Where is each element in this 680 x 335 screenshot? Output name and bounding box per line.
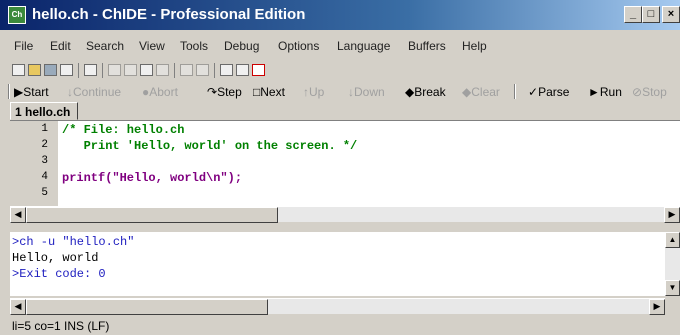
line-number: 5 [41,187,48,199]
parse-button[interactable]: ✓Parse [528,85,569,99]
minimize-button[interactable]: _ [624,6,642,23]
scroll-thumb[interactable] [26,207,278,223]
debug-next-label: Next [260,85,285,99]
replace-icon[interactable] [236,64,249,76]
editor-horizontal-scrollbar[interactable]: ◀ ▶ [10,206,680,223]
open-folder-icon[interactable] [28,64,41,76]
close-button[interactable]: × [662,6,680,23]
undo-icon[interactable] [180,64,193,76]
debug-down-button[interactable]: ↓Down [348,85,385,99]
status-bar: li=5 co=1 INS (LF) [0,316,680,335]
line-number-gutter: 1 2 3 4 5 [10,121,58,207]
app-icon: Ch [8,6,26,24]
scroll-left-arrow-icon[interactable]: ◀ [10,299,26,315]
debug-continue-button[interactable]: ↓Continue [67,85,121,99]
output-vertical-scrollbar[interactable]: ▲ ▼ [665,232,680,296]
paste-icon[interactable] [140,64,153,76]
standard-toolbar [10,62,310,80]
close-file-icon[interactable] [60,64,73,76]
toolbar-separator [514,84,516,99]
find-icon[interactable] [220,64,233,76]
print-icon[interactable] [84,64,97,76]
debug-start-label: Start [23,85,49,99]
parse-label: Parse [538,85,570,99]
scroll-up-arrow-icon[interactable]: ▲ [665,232,680,248]
menu-help[interactable]: Help [462,39,487,53]
toolbar-separator [214,63,215,78]
save-icon[interactable] [44,64,57,76]
output-line: >ch -u "hello.ch" [12,235,135,249]
line-number: 2 [41,139,48,151]
run-label: Run [599,85,622,99]
pane-splitter[interactable] [0,224,680,232]
debug-abort-button[interactable]: ●Abort [142,85,178,99]
output-line: Hello, world [12,251,99,265]
cursor-status: li=5 co=1 INS (LF) [12,319,110,333]
debug-continue-label: Continue [73,85,122,99]
stop-button[interactable]: ⊘Stop [632,85,667,99]
menu-options[interactable]: Options [278,39,319,53]
maximize-button[interactable]: □ [642,6,660,23]
debug-next-button[interactable]: □Next [253,85,285,99]
toolbar-separator [78,63,79,78]
scroll-thumb[interactable] [26,299,268,315]
line-number: 1 [41,123,48,135]
menu-file[interactable]: File [14,39,33,53]
tab-hello-ch[interactable]: 1 hello.ch [10,102,78,120]
stop-label: Stop [642,85,667,99]
debug-break-button[interactable]: ◆Break [405,85,446,99]
menu-language[interactable]: Language [337,39,390,53]
new-file-icon[interactable] [12,64,25,76]
cut-icon[interactable] [108,64,121,76]
menu-buffers[interactable]: Buffers [408,39,446,53]
toolbar-separator [174,63,175,78]
line-number: 4 [41,171,48,183]
menu-edit[interactable]: Edit [50,39,71,53]
debug-step-button[interactable]: ↷Step [207,85,242,99]
line-number: 3 [41,155,48,167]
scroll-down-arrow-icon[interactable]: ▼ [665,280,680,296]
run-button[interactable]: ►Run [588,85,622,99]
menu-debug[interactable]: Debug [224,39,259,53]
menu-tools[interactable]: Tools [180,39,208,53]
debug-abort-label: Abort [149,85,178,99]
menu-view[interactable]: View [139,39,165,53]
debug-clear-button[interactable]: ◆Clear [462,85,500,99]
window-title: hello.ch - ChIDE - Professional Edition [32,6,306,23]
debug-clear-label: Clear [471,85,500,99]
ch-shell-icon[interactable] [252,64,265,76]
debug-break-label: Break [414,85,446,99]
output-pane[interactable]: >ch -u "hello.ch" Hello, world >Exit cod… [10,232,665,296]
debug-down-label: Down [354,85,385,99]
code-line: printf("Hello, world\n"); [62,171,243,185]
debug-up-label: Up [309,85,325,99]
toolbar-separator [102,63,103,78]
scroll-right-arrow-icon[interactable]: ▶ [664,207,680,223]
output-line: >Exit code: 0 [12,267,106,281]
output-horizontal-scrollbar[interactable]: ◀ ▶ [10,298,665,315]
code-editor[interactable]: 1 2 3 4 5 /* File: hello.ch Print 'Hello… [10,120,680,207]
toolbar-grip [8,84,10,99]
debug-up-button[interactable]: ↑Up [303,85,324,99]
menu-bar: File Edit Search View Tools Debug Option… [0,36,680,56]
debug-toolbar: ▶Start ↓Continue ●Abort ↷Step □Next ↑Up … [0,82,680,102]
redo-icon[interactable] [196,64,209,76]
code-line: Print 'Hello, world' on the screen. */ [62,139,358,153]
chide-window: Ch hello.ch - ChIDE - Professional Editi… [0,0,680,335]
delete-icon[interactable] [156,64,169,76]
title-bar[interactable]: Ch hello.ch - ChIDE - Professional Editi… [0,0,680,30]
menu-search[interactable]: Search [86,39,124,53]
scroll-left-arrow-icon[interactable]: ◀ [10,207,26,223]
copy-icon[interactable] [124,64,137,76]
debug-step-label: Step [217,85,242,99]
code-line: /* File: hello.ch [62,123,185,137]
scroll-right-arrow-icon[interactable]: ▶ [649,299,665,315]
debug-start-button[interactable]: ▶Start [14,85,49,99]
